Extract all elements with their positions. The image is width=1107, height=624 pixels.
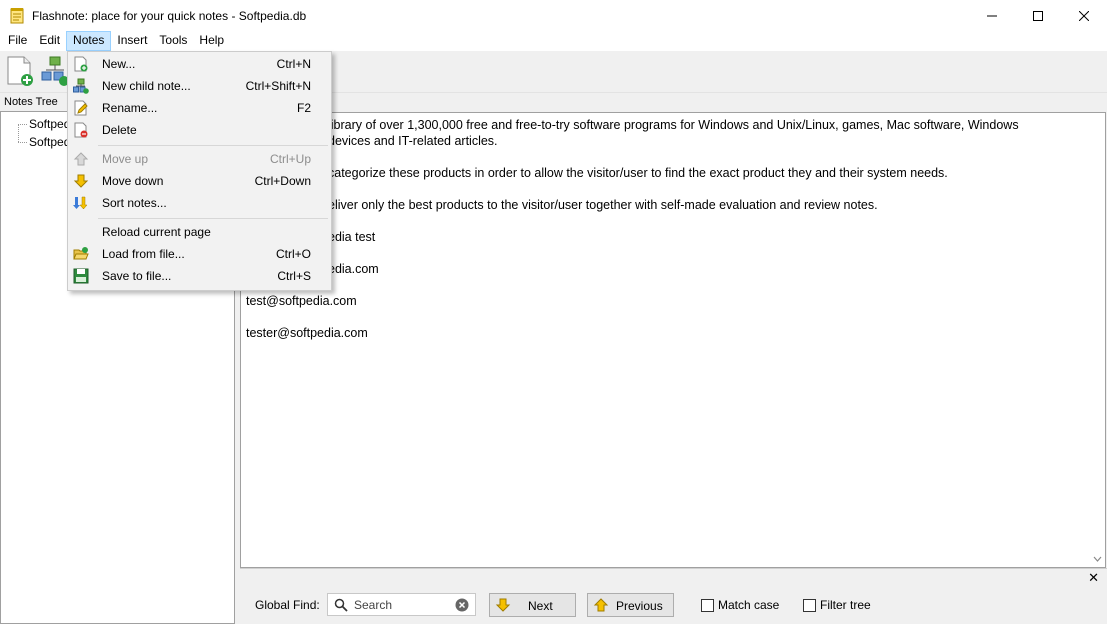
menu-item-save-to-file[interactable]: Save to file... Ctrl+S (68, 265, 331, 287)
menu-file[interactable]: File (2, 31, 33, 51)
filter-tree-checkbox[interactable]: Filter tree (803, 598, 871, 612)
menu-item-label: Move down (102, 174, 164, 188)
find-next-label: Next (528, 599, 553, 613)
minimize-icon (987, 15, 997, 16)
title-bar: Flashnote: place for your quick notes - … (0, 0, 1107, 31)
menu-item-reload-current-page[interactable]: Reload current page (68, 221, 331, 243)
checkbox-box (701, 598, 714, 612)
save-icon (73, 268, 89, 284)
menu-item-new-child-note[interactable]: New child note... Ctrl+Shift+N (68, 75, 331, 97)
menu-item-label: Rename... (102, 101, 158, 115)
arrow-down-icon (73, 174, 89, 188)
menu-item-move-down[interactable]: Move down Ctrl+Down (68, 170, 331, 192)
match-case-label: Match case (718, 598, 780, 612)
arrow-down-icon (495, 598, 511, 612)
child-note-icon (73, 78, 89, 94)
editor-line: eliver only the best products to the vis… (328, 198, 878, 212)
menu-notes[interactable]: Notes (66, 31, 112, 51)
match-case-checkbox[interactable]: Match case (701, 598, 779, 612)
menu-item-shortcut: Ctrl+Down (254, 174, 311, 188)
editor-line: edia.com (328, 262, 379, 276)
note-editor[interactable]: library of over 1,300,000 free and free-… (240, 112, 1106, 568)
menu-bar: File Edit Notes Insert Tools Help (0, 31, 1107, 51)
menu-item-shortcut: Ctrl+Up (269, 152, 311, 166)
close-find-bar-button[interactable]: ✕ (1088, 571, 1099, 585)
menu-item-shortcut: Ctrl+O (275, 247, 311, 261)
find-next-button[interactable]: Next (489, 593, 576, 617)
menu-edit[interactable]: Edit (33, 31, 66, 51)
search-input[interactable]: Search (327, 593, 476, 616)
menu-item-label: New... (102, 57, 136, 71)
editor-header (240, 94, 1107, 112)
global-find-label: Global Find: (255, 598, 320, 612)
new-note-icon (7, 56, 33, 86)
checkbox-box (803, 598, 816, 612)
menu-item-shortcut: F2 (296, 101, 311, 115)
window-title: Flashnote: place for your quick notes - … (32, 8, 307, 23)
menu-item-label: Delete (102, 123, 137, 137)
menu-item-move-up[interactable]: Move up Ctrl+Up (68, 148, 331, 170)
menu-tools[interactable]: Tools (153, 31, 193, 51)
menu-item-shortcut: Ctrl+Shift+N (245, 79, 311, 93)
search-icon (334, 598, 348, 612)
clear-search-icon[interactable] (455, 598, 469, 612)
find-bar: ✕ Global Find: Search Next Previous Matc… (240, 568, 1107, 624)
tree-connector (18, 124, 19, 142)
new-note-icon (74, 56, 88, 72)
menu-item-label: Save to file... (102, 269, 172, 283)
menu-insert[interactable]: Insert (111, 31, 153, 51)
menu-item-delete[interactable]: Delete (68, 119, 331, 141)
open-folder-icon (73, 247, 89, 260)
menu-item-label: Move up (102, 152, 149, 166)
rename-icon (74, 100, 88, 116)
close-window-button[interactable] (1061, 0, 1107, 31)
arrow-up-icon (73, 152, 89, 166)
notepad-icon (10, 8, 24, 24)
menu-item-shortcut: Ctrl+N (276, 57, 311, 71)
find-previous-button[interactable]: Previous (587, 593, 674, 617)
arrow-up-icon (593, 598, 609, 612)
sort-icon (73, 196, 88, 210)
find-previous-label: Previous (616, 599, 663, 613)
notes-menu-dropdown: New... Ctrl+N New child note... Ctrl+Shi… (67, 51, 332, 291)
menu-item-sort-notes[interactable]: Sort notes... (68, 192, 331, 214)
minimize-button[interactable] (969, 0, 1015, 31)
editor-line: edia test (328, 230, 376, 244)
editor-line: library of over 1,300,000 free and free-… (328, 118, 1019, 132)
new-note-toolbar-button[interactable] (4, 54, 38, 88)
menu-item-label: Reload current page (102, 225, 211, 239)
search-placeholder: Search (354, 598, 393, 612)
menu-item-load-from-file[interactable]: Load from file... Ctrl+O (68, 243, 331, 265)
menu-item-new[interactable]: New... Ctrl+N (68, 53, 331, 75)
editor-line: test@softpedia.com (246, 294, 357, 308)
menu-item-shortcut: Ctrl+S (277, 269, 311, 283)
filter-tree-label: Filter tree (820, 598, 871, 612)
scroll-down-icon[interactable] (1093, 556, 1102, 563)
close-icon (1079, 10, 1089, 21)
menu-item-label: New child note... (102, 79, 191, 93)
editor-line: devices and IT-related articles. (328, 134, 498, 148)
tree-connector (18, 124, 27, 125)
maximize-icon (1033, 10, 1043, 21)
menu-separator (98, 218, 328, 219)
menu-item-label: Sort notes... (102, 196, 167, 210)
maximize-button[interactable] (1015, 0, 1061, 31)
menu-item-rename[interactable]: Rename... F2 (68, 97, 331, 119)
editor-line: tester@softpedia.com (246, 326, 368, 340)
tree-connector (18, 142, 27, 143)
delete-note-icon (74, 122, 88, 138)
menu-separator (98, 145, 328, 146)
menu-help[interactable]: Help (193, 31, 230, 51)
menu-item-label: Load from file... (102, 247, 185, 261)
editor-line: categorize these products in order to al… (328, 166, 948, 180)
